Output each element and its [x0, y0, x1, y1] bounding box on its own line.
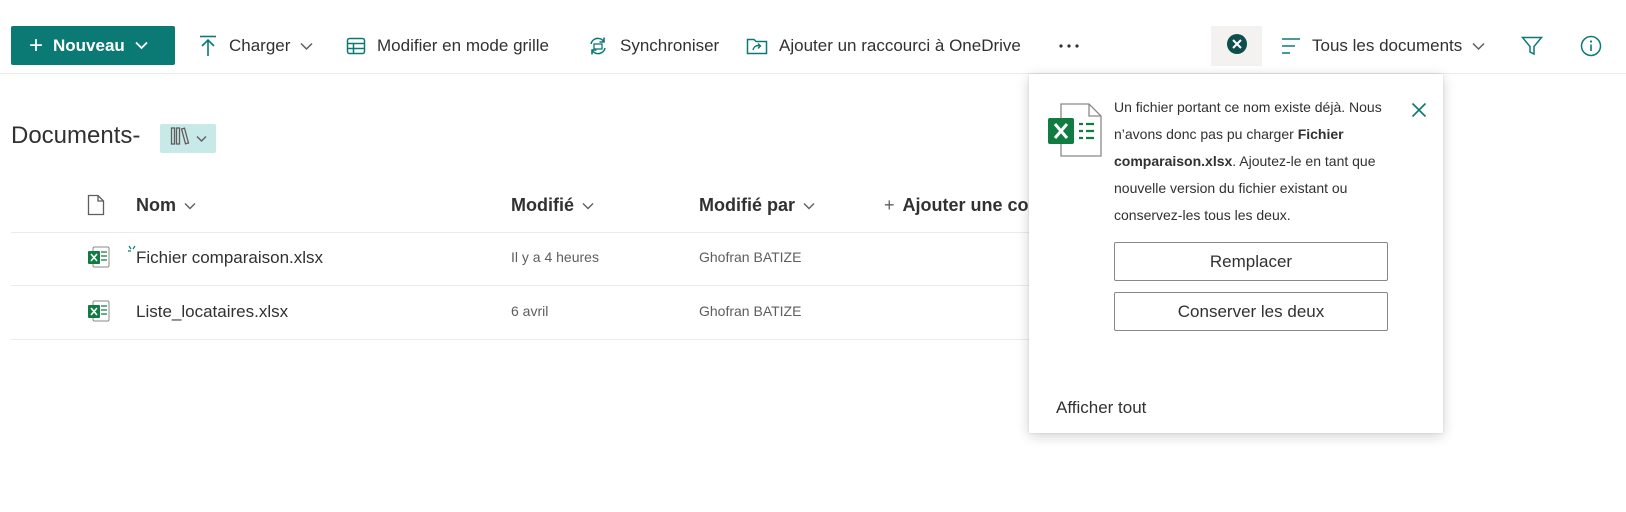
- file-modified-by[interactable]: Ghofran BATIZE: [699, 303, 801, 319]
- row-divider: [11, 232, 1029, 233]
- conflict-message: Un fichier portant ce nom existe déjà. N…: [1114, 94, 1384, 229]
- chevron-down-icon: [300, 42, 313, 51]
- row-divider: [11, 339, 1029, 340]
- file-type-icon[interactable]: [87, 194, 105, 221]
- new-button[interactable]: + Nouveau: [11, 26, 175, 65]
- library-icon: [170, 126, 190, 151]
- show-all-link[interactable]: Afficher tout: [1056, 398, 1146, 418]
- column-header-modified-by-label: Modifié par: [699, 195, 796, 215]
- more-ellipsis-icon[interactable]: [1056, 30, 1082, 62]
- upload-conflict-panel: Un fichier portant ce nom existe déjà. N…: [1029, 74, 1443, 433]
- list-view-icon: [1281, 37, 1301, 55]
- column-header-modified[interactable]: Modifié: [511, 195, 594, 216]
- keep-both-button[interactable]: Conserver les deux: [1114, 292, 1388, 331]
- chevron-down-icon: [803, 202, 815, 210]
- plus-icon: +: [884, 195, 895, 215]
- grid-icon: [346, 36, 366, 56]
- sync-label: Synchroniser: [620, 36, 720, 55]
- upload-arrow-icon: [198, 35, 218, 57]
- excel-file-icon: [87, 299, 111, 328]
- sync-icon: [587, 35, 609, 57]
- library-title: Documents-: [11, 122, 141, 149]
- column-header-name-label: Nom: [136, 195, 176, 215]
- grid-edit-button[interactable]: Modifier en mode grille: [346, 30, 549, 62]
- column-header-modified-by[interactable]: Modifié par: [699, 195, 815, 216]
- file-name[interactable]: Fichier comparaison.xlsx: [136, 248, 323, 268]
- library-view-button[interactable]: [160, 124, 216, 153]
- chevron-down-icon: [196, 130, 207, 148]
- add-onedrive-shortcut-label: Ajouter un raccourci à OneDrive: [779, 36, 1021, 55]
- error-status-button[interactable]: [1211, 26, 1262, 66]
- excel-file-icon: [87, 245, 111, 274]
- column-header-modified-label: Modifié: [511, 195, 574, 215]
- excel-file-icon: [1047, 102, 1103, 163]
- chevron-down-icon: [184, 202, 196, 210]
- file-name[interactable]: Liste_locataires.xlsx: [136, 302, 288, 322]
- add-onedrive-shortcut-button[interactable]: Ajouter un raccourci à OneDrive: [746, 30, 1021, 62]
- plus-icon: +: [29, 31, 44, 59]
- upload-label: Charger: [229, 36, 291, 55]
- add-column-button[interactable]: + Ajouter une colonne: [884, 195, 1029, 216]
- info-icon[interactable]: [1575, 30, 1607, 62]
- chevron-down-icon: [135, 41, 148, 50]
- file-modified: 6 avril: [511, 303, 549, 319]
- sync-button[interactable]: Synchroniser: [587, 30, 719, 62]
- row-divider: [11, 285, 1029, 286]
- command-bar: + Nouveau Charger Modifier en mode grill…: [0, 0, 1626, 74]
- column-header-name[interactable]: Nom: [136, 195, 196, 216]
- upload-button[interactable]: Charger: [198, 30, 313, 62]
- close-icon[interactable]: [1407, 98, 1431, 122]
- new-button-label: Nouveau: [53, 35, 125, 55]
- file-modified: Il y a 4 heures: [511, 249, 599, 265]
- error-circle-icon: [1226, 33, 1248, 60]
- onedrive-shortcut-icon: [746, 35, 768, 57]
- filter-icon[interactable]: [1516, 30, 1548, 62]
- view-switcher-label: Tous les documents: [1312, 36, 1463, 55]
- add-column-label: Ajouter une colonne: [902, 195, 1029, 215]
- file-modified-by[interactable]: Ghofran BATIZE: [699, 249, 801, 265]
- grid-edit-label: Modifier en mode grille: [377, 36, 549, 55]
- chevron-down-icon: [1472, 42, 1485, 51]
- replace-button[interactable]: Remplacer: [1114, 242, 1388, 281]
- view-switcher[interactable]: Tous les documents: [1281, 30, 1485, 62]
- chevron-down-icon: [582, 202, 594, 210]
